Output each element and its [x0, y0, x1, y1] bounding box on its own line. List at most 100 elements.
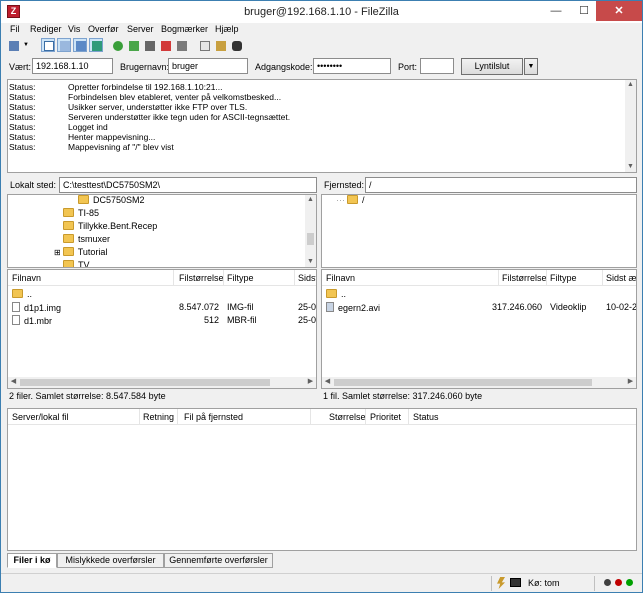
title-bar: Z bruger@192.168.1.10 - FileZilla — ☐ ✕ [1, 1, 642, 23]
tab-failed-transfers[interactable]: Mislykkede overførsler [57, 553, 164, 568]
menu-rediger[interactable]: Rediger [30, 24, 62, 34]
tree-item[interactable]: TV [63, 260, 90, 267]
scroll-left-arrow-icon[interactable]: ◀ [322, 377, 333, 387]
column-header-filetype[interactable]: Filtype [550, 273, 577, 283]
toggle-message-log-button[interactable] [41, 38, 55, 52]
scroll-up-arrow-icon[interactable]: ▲ [305, 195, 316, 205]
log-key: Status: [9, 132, 36, 142]
scroll-thumb[interactable] [20, 379, 270, 386]
column-header-direction[interactable]: Retning [143, 412, 174, 422]
quickconnect-dropdown[interactable]: ▼ [524, 58, 538, 75]
cancel-button[interactable] [142, 38, 156, 52]
password-label: Adgangskode: [255, 62, 313, 72]
remote-tree-toggle-icon [76, 41, 86, 51]
column-header-status[interactable]: Status [413, 412, 439, 422]
maximize-button[interactable]: ☐ [570, 1, 598, 21]
quickconnect-button[interactable]: Lyntilslut [461, 58, 523, 75]
scroll-right-arrow-icon[interactable]: ▶ [305, 377, 316, 387]
port-input[interactable] [420, 58, 454, 74]
local-path-input[interactable]: C:\testtest\DC5750SM2\ [59, 177, 317, 193]
local-tree-scrollbar[interactable]: ▲ ▼ [305, 195, 316, 267]
column-header-filetype[interactable]: Filtype [227, 273, 254, 283]
toggle-local-tree-button[interactable] [57, 38, 71, 52]
find-files-button[interactable] [229, 38, 243, 52]
disconnect-button[interactable] [158, 38, 172, 52]
filezilla-window: Z bruger@192.168.1.10 - FileZilla — ☐ ✕ … [0, 0, 643, 593]
tab-queued-files[interactable]: Filer i kø [7, 553, 57, 568]
password-input[interactable] [313, 58, 391, 74]
tree-item[interactable]: DC5750SM2 [78, 195, 145, 208]
file-name: .. [27, 289, 33, 299]
tree-item[interactable]: tsmuxer [63, 234, 110, 247]
tree-item[interactable]: ⋯ / [336, 195, 365, 208]
column-separator [223, 270, 224, 286]
file-row[interactable]: d1p1.img 8.547.072 IMG-fil 25-0 [8, 301, 316, 314]
reconnect-button[interactable] [174, 38, 188, 52]
column-header-remote-file[interactable]: Fil på fjernsted [184, 412, 243, 422]
close-button[interactable]: ✕ [596, 1, 642, 21]
toolbar: ▼ [1, 37, 642, 55]
username-label: Brugernavn: [120, 62, 170, 72]
expand-icon[interactable]: ⊞ [54, 248, 61, 257]
column-separator [602, 270, 603, 286]
tab-successful-transfers[interactable]: Gennemførte overførsler [164, 553, 273, 568]
file-icon [12, 315, 20, 325]
column-separator [365, 409, 366, 425]
local-file-list: Filnavn Filstørrelse Filtype Sidst .. d1… [7, 269, 317, 389]
file-row[interactable]: d1.mbr 512 MBR-fil 25-0 [8, 314, 316, 327]
process-queue-button[interactable] [126, 38, 140, 52]
sync-browsing-button[interactable] [213, 38, 227, 52]
sync-browsing-icon [216, 41, 226, 51]
scroll-thumb[interactable] [334, 379, 592, 386]
file-name: d1.mbr [24, 316, 53, 326]
column-header-filesize[interactable]: Filstørrelse [179, 273, 224, 283]
username-input[interactable] [168, 58, 248, 74]
menu-fil[interactable]: Fil [10, 24, 20, 34]
directory-compare-button[interactable] [197, 38, 211, 52]
scroll-up-arrow-icon[interactable]: ▲ [625, 80, 636, 90]
remote-path-bar: Fjernsted: / [321, 177, 637, 193]
column-header-filename[interactable]: Filnavn [326, 273, 355, 283]
log-message: Usikker server, understøtter ikke FTP ov… [68, 102, 248, 112]
site-manager-button[interactable] [6, 38, 20, 52]
scroll-down-arrow-icon[interactable]: ▼ [305, 257, 316, 267]
column-header-filename[interactable]: Filnavn [12, 273, 41, 283]
tree-item[interactable]: Tillykke.Bent.Recep [63, 221, 157, 234]
file-row[interactable]: .. [322, 288, 636, 301]
scroll-left-arrow-icon[interactable]: ◀ [8, 377, 19, 387]
minimize-button[interactable]: — [542, 1, 570, 21]
file-size: 317.246.060 [491, 302, 542, 312]
local-list-hscrollbar[interactable]: ◀ ▶ [8, 377, 316, 388]
tree-item[interactable]: TI-85 [63, 208, 99, 221]
menu-hjaelp[interactable]: Hjælp [215, 24, 239, 34]
site-manager-dropdown[interactable]: ▼ [21, 38, 31, 52]
log-scrollbar[interactable]: ▲ ▼ [625, 80, 636, 172]
column-header-modified[interactable]: Sidst ær [606, 273, 636, 283]
column-header-priority[interactable]: Prioritet [370, 412, 401, 422]
transfer-queue-toggle-icon [92, 41, 102, 51]
menu-server[interactable]: Server [127, 24, 154, 34]
column-header-size[interactable]: Størrelse [329, 412, 366, 422]
local-status-text: 2 filer. Samlet størrelse: 8.547.584 byt… [9, 391, 166, 401]
folder-icon [62, 247, 74, 256]
scroll-down-arrow-icon[interactable]: ▼ [625, 162, 636, 172]
column-header-filesize[interactable]: Filstørrelse [502, 273, 547, 283]
scroll-thumb[interactable] [307, 233, 314, 245]
toggle-transfer-queue-button[interactable] [89, 38, 103, 52]
remote-list-hscrollbar[interactable]: ◀ ▶ [322, 377, 636, 388]
column-header-server-local-file[interactable]: Server/lokal fil [12, 412, 69, 422]
file-row[interactable]: .. [8, 288, 316, 301]
cancel-icon [145, 41, 155, 51]
menu-overfoer[interactable]: Overfør [88, 24, 119, 34]
remote-path-input[interactable]: / [365, 177, 637, 193]
menu-vis[interactable]: Vis [68, 24, 80, 34]
binary-mode-icon[interactable] [510, 578, 521, 587]
file-row[interactable]: egern2.avi 317.246.060 Videoklip 10-02-2… [322, 301, 636, 314]
column-header-modified[interactable]: Sidst [298, 273, 316, 283]
tree-item[interactable]: ⊞ Tutorial [54, 247, 107, 260]
scroll-right-arrow-icon[interactable]: ▶ [625, 377, 636, 387]
menu-bogmaerker[interactable]: Bogmærker [161, 24, 208, 34]
refresh-button[interactable] [110, 38, 124, 52]
toggle-remote-tree-button[interactable] [73, 38, 87, 52]
host-input[interactable] [32, 58, 113, 74]
